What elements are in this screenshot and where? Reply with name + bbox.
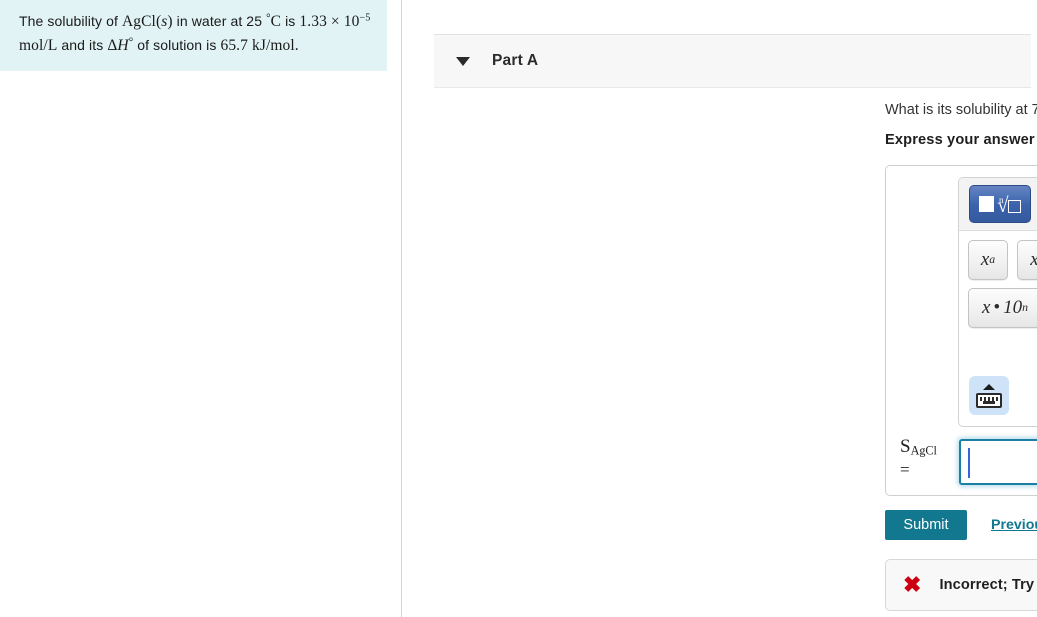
scientific-notation-button[interactable]: x • 10 n [968, 288, 1037, 328]
solubility-exponent: −5 [359, 12, 371, 24]
feedback-banner: ✖ Incorrect; Try Again; 4 attempts remai… [885, 559, 1037, 611]
part-a-header[interactable]: Part A [434, 34, 1031, 88]
math-palette-buttons: xa xb a b √x n √x [959, 231, 1037, 336]
enthalpy-value: 65.7 kJ/mol. [220, 36, 299, 54]
answer-instruction: Express your answer using two significan… [885, 132, 1037, 148]
collapse-triangle-icon[interactable] [456, 56, 470, 66]
part-question-lead: What is its solubility at 79.2 [885, 102, 1037, 118]
answer-equals-sign: = [900, 460, 910, 480]
answer-input-wrapper[interactable] [959, 439, 1037, 485]
question-sidebar: The solubility of AgCl((s)s) in water at… [0, 0, 402, 617]
answer-symbol: S [900, 436, 911, 457]
keyboard-toggle-icon [976, 392, 1002, 408]
part-question-text: What is its solubility at 79.2 °C? [885, 101, 1037, 119]
subscript-button[interactable]: xb [1017, 240, 1037, 280]
part-title: Part A [492, 52, 539, 69]
previous-answers-link[interactable]: Previous Answers [991, 517, 1037, 533]
feedback-message: Incorrect; Try Again; 4 attempts remaini… [939, 577, 1037, 593]
answer-subscript: AgCl [910, 443, 937, 458]
math-mode-button[interactable]: n √ [969, 185, 1031, 223]
enthalpy-symbol: ΔH° [107, 35, 134, 54]
caret-up-icon [983, 383, 995, 390]
question-mid-text-4: of solution is [133, 36, 217, 53]
answer-input-row: SAgCl = M [886, 432, 1037, 494]
math-mode-icon: n √ [978, 191, 1022, 217]
submit-button[interactable]: Submit [885, 510, 967, 540]
question-lead-text: The solubility of [19, 13, 122, 29]
answer-variable-label: SAgCl = [900, 436, 960, 480]
question-mid-text-2: is [281, 13, 296, 29]
keyboard-toggle-button[interactable] [969, 376, 1009, 415]
question-statement-text: The solubility of AgCl((s)s) in water at… [19, 10, 375, 57]
question-mid-text-3: and its [57, 36, 108, 53]
question-mid-text-1: in water at 25 [172, 13, 267, 29]
incorrect-x-icon: ✖ [903, 572, 922, 597]
answer-entry-container: n √ ΑΣφ [885, 165, 1037, 496]
page-root: The solubility of AgCl((s)s) in water at… [0, 0, 1037, 617]
superscript-button[interactable]: xa [968, 240, 1008, 280]
math-palette-toolbar: n √ ΑΣφ [959, 178, 1037, 231]
exercise-content-pane: Part A What is its solubility at 79.2 °C… [403, 0, 1037, 617]
compound-state: ((s)s) [155, 13, 173, 30]
answer-input[interactable] [961, 441, 1037, 483]
compound-formula: AgCl [121, 13, 156, 30]
answer-actions-row: Submit Previous Answers Request Answer [885, 510, 1037, 540]
math-palette: n √ ΑΣφ [958, 177, 1037, 427]
temperature-unit-1: °C [266, 12, 282, 30]
question-statement-card: The solubility of AgCl((s)s) in water at… [0, 0, 387, 72]
text-caret [968, 448, 970, 478]
